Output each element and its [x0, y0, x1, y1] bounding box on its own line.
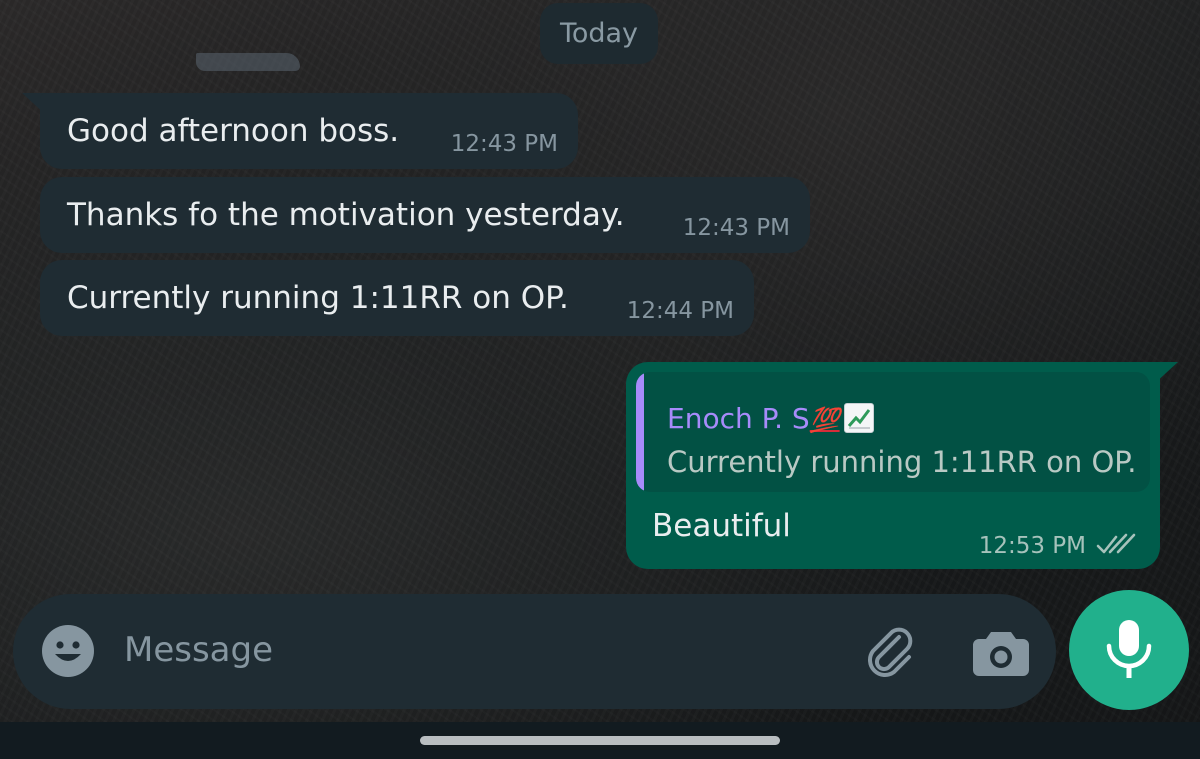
attachment-icon[interactable] [861, 622, 921, 682]
quoted-text: Currently running 1:11RR on OP. [667, 445, 1137, 479]
message-time: 12:43 PM [450, 131, 558, 157]
incoming-message[interactable]: Thanks fo the motivation yesterday. 12:4… [40, 177, 810, 253]
message-input[interactable]: Message [124, 630, 273, 670]
incoming-message[interactable]: Currently running 1:11RR on OP. 12:44 PM [40, 260, 754, 336]
voice-record-button[interactable] [1069, 590, 1189, 710]
message-text: Beautiful [652, 508, 791, 544]
quoted-author: Enoch P. S💯 [667, 402, 874, 435]
message-time: 12:44 PM [626, 298, 734, 324]
incoming-message[interactable]: Good afternoon boss. 12:43 PM [40, 93, 578, 169]
quoted-reply[interactable]: Enoch P. S💯 Currently running 1:11RR on … [636, 372, 1150, 492]
quote-accent-bar [636, 372, 644, 492]
message-composer[interactable]: Message [13, 594, 1056, 709]
microphone-icon [1106, 620, 1152, 678]
message-text: Good afternoon boss. [67, 113, 400, 149]
message-text: Thanks fo the motivation yesterday. [67, 197, 625, 233]
message-time: 12:43 PM [682, 215, 790, 241]
read-receipt-icon [1096, 533, 1136, 554]
emoji-icon[interactable] [41, 624, 95, 678]
system-navigation-bar [0, 722, 1200, 759]
home-gesture-handle[interactable] [420, 736, 780, 745]
chart-increasing-icon [843, 403, 874, 433]
date-separator: Today [540, 3, 658, 64]
wallpaper-highlight [196, 53, 300, 71]
quoted-author-name: Enoch P. S [667, 402, 810, 435]
outgoing-message[interactable]: Enoch P. S💯 Currently running 1:11RR on … [626, 362, 1160, 569]
message-text: Currently running 1:11RR on OP. [67, 280, 569, 316]
message-time: 12:53 PM [978, 533, 1086, 559]
hundred-points-icon: 💯 [809, 406, 840, 434]
camera-icon[interactable] [971, 624, 1031, 680]
date-separator-label: Today [559, 18, 639, 49]
